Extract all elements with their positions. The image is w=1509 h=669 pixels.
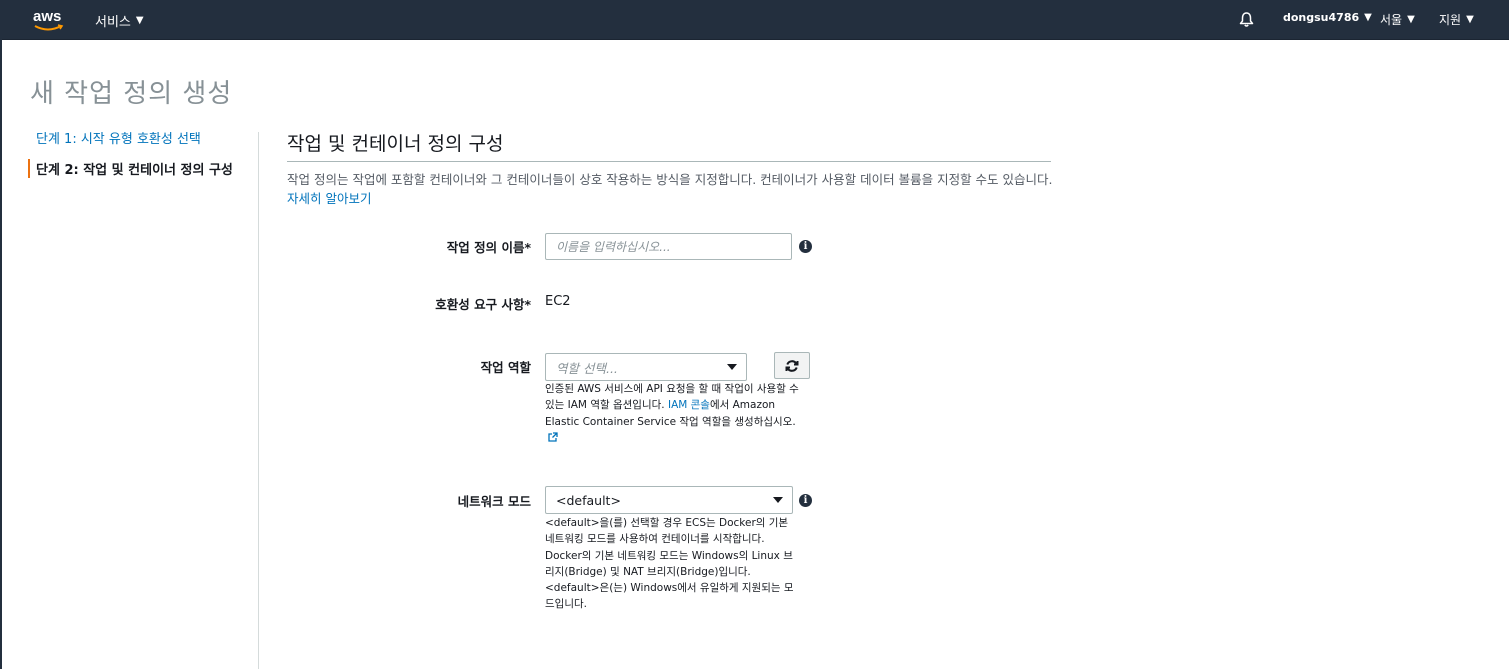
task-name-label: 작업 정의 이름* — [446, 240, 531, 255]
network-mode-select[interactable]: <default> — [545, 486, 793, 514]
info-icon[interactable]: i — [799, 240, 812, 253]
caret-down-icon: ▼ — [135, 15, 144, 26]
compatibility-label: 호환성 요구 사항* — [435, 297, 531, 312]
task-role-select[interactable]: 역할 선택... — [545, 353, 747, 381]
network-mode-label: 네트워크 모드 — [457, 494, 531, 509]
left-border — [0, 39, 2, 669]
region-menu[interactable]: 서울 ▼ — [1380, 11, 1415, 28]
task-role-label: 작업 역할 — [480, 360, 531, 375]
page-title: 새 작업 정의 생성 — [30, 79, 233, 109]
task-role-help: 인증된 AWS 서비스에 API 요청을 할 때 작업이 사용할 수 있는 IA… — [545, 381, 800, 446]
section-description-text: 작업 정의는 작업에 포함할 컨테이너와 그 컨테이너들이 상호 작용하는 방식… — [287, 172, 1053, 187]
refresh-icon — [785, 359, 799, 372]
region-menu-label: 서울 — [1380, 13, 1403, 27]
caret-down-icon: ▼ — [1364, 12, 1372, 23]
section-title: 작업 및 컨테이너 정의 구성 — [287, 133, 504, 155]
services-menu-label: 서비스 — [95, 15, 131, 30]
section-description: 작업 정의는 작업에 포함할 컨테이너와 그 컨테이너들이 상호 작용하는 방식… — [287, 170, 1057, 208]
caret-down-icon: ▼ — [1466, 14, 1474, 25]
info-icon[interactable]: i — [799, 494, 812, 507]
caret-down-icon — [773, 497, 783, 503]
wizard-step-2[interactable]: 단계 2: 작업 및 컨테이너 정의 구성 — [36, 159, 233, 178]
current-step-indicator — [28, 159, 30, 178]
aws-smile-icon — [34, 24, 64, 31]
network-mode-help: <default>을(를) 선택할 경우 ECS는 Docker의 기본 네트워… — [545, 517, 794, 611]
section-divider — [287, 161, 1051, 162]
task-name-input[interactable] — [545, 233, 792, 260]
iam-console-link[interactable]: IAM 콘솔 — [668, 399, 710, 411]
support-menu[interactable]: 지원 ▼ — [1439, 11, 1474, 28]
aws-logo[interactable]: aws — [32, 8, 66, 32]
caret-down-icon: ▼ — [1407, 14, 1415, 25]
learn-more-link[interactable]: 자세히 알아보기 — [287, 191, 371, 206]
caret-down-icon — [727, 364, 737, 370]
support-menu-label: 지원 — [1439, 13, 1462, 27]
top-navigation-bar: aws 서비스 ▼ dongsu4786 ▼ 서울 ▼ 지원 ▼ — [0, 0, 1509, 40]
refresh-roles-button[interactable] — [774, 352, 810, 379]
wizard-step-1[interactable]: 단계 1: 시작 유형 호환성 선택 — [36, 128, 201, 147]
external-link-icon[interactable] — [548, 432, 558, 442]
vertical-divider — [258, 132, 259, 669]
bell-icon[interactable] — [1238, 11, 1255, 32]
services-menu[interactable]: 서비스 ▼ — [95, 11, 144, 30]
user-menu-label: dongsu4786 — [1283, 11, 1360, 24]
network-mode-value: <default> — [556, 492, 621, 508]
user-menu[interactable]: dongsu4786 ▼ — [1283, 11, 1372, 24]
aws-logo-text: aws — [33, 8, 62, 25]
compatibility-value: EC2 — [545, 294, 571, 309]
task-role-placeholder: 역할 선택... — [556, 360, 618, 376]
